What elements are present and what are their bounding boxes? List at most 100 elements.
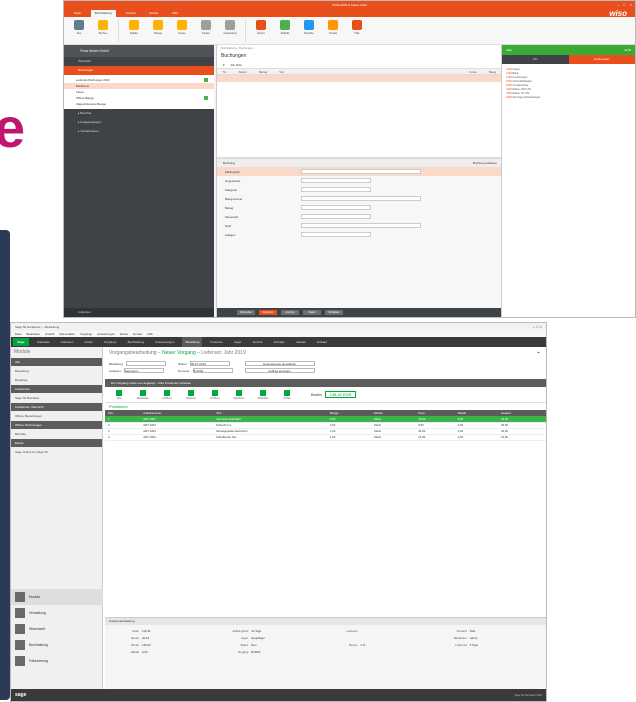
module-tab[interactable]: Auswertungen <box>152 337 177 347</box>
column-header[interactable]: Text <box>273 70 463 74</box>
ribbon-button[interactable]: Berichte <box>298 18 320 44</box>
module-tab[interactable]: Einkauf <box>314 337 330 347</box>
menu-item[interactable]: Bearbeiten <box>27 332 41 336</box>
toolbar-button[interactable]: Preise <box>277 389 297 400</box>
maximize-icon[interactable]: □ <box>623 2 625 7</box>
filter-label[interactable]: Alle Filter <box>230 63 242 67</box>
module-tab[interactable]: Finanzen <box>207 337 225 347</box>
sidebar-section[interactable]: Buchhaltung <box>11 637 103 653</box>
close-icon[interactable]: × <box>630 2 632 7</box>
menu-item[interactable]: Datei <box>15 332 22 336</box>
tree-item[interactable]: Abgeschlossene Belege <box>64 101 214 107</box>
sidebar-group[interactable]: ▸ Anlagenspiegel <box>64 118 214 127</box>
ribbon-tab[interactable]: Datei <box>70 10 85 17</box>
module-tab[interactable]: Verkauf <box>293 337 309 347</box>
account-entry[interactable]: 6300 Sonstige Aufwendungen <box>502 96 635 100</box>
toolbar-button[interactable]: Bearbeiten <box>133 389 153 400</box>
minimize-icon[interactable]: – <box>617 2 619 7</box>
menu-item[interactable]: Fenster <box>133 332 142 336</box>
field-input[interactable]: B-0002 <box>192 368 233 373</box>
form-input[interactable] <box>301 196 421 201</box>
field-input[interactable] <box>126 361 167 366</box>
tasks-footer[interactable]: Aufgaben <box>64 308 214 317</box>
booking-create-link[interactable]: Buchung erfassen <box>473 159 497 167</box>
ribbon-button[interactable]: Hilfe <box>346 18 368 44</box>
form-input[interactable] <box>301 169 421 174</box>
sidebar-item[interactable]: Sage 50 Business <box>11 394 102 402</box>
ribbon-tab[interactable]: Ansicht <box>122 10 140 17</box>
column-header[interactable]: Betrag <box>253 70 273 74</box>
ribbon-tab[interactable]: Hilfe <box>168 10 182 17</box>
ribbon-button[interactable]: Statistik <box>274 18 296 44</box>
pin-icon[interactable]: ⌖ <box>537 347 540 359</box>
toolbar-button[interactable]: Löschen <box>157 389 177 400</box>
sidebar-item[interactable]: Lieferanten <box>11 385 102 393</box>
toolbar-button[interactable]: Kopieren <box>181 389 201 400</box>
toolbar-button[interactable]: Neu <box>109 389 129 400</box>
module-tab[interactable]: Artikel <box>81 337 95 347</box>
sage-logo[interactable]: Sage <box>13 338 29 346</box>
ribbon-button[interactable]: Kasse <box>171 18 193 44</box>
sidebar-item[interactable]: Eingänge <box>11 376 102 384</box>
sidebar-item[interactable]: Berichte <box>11 430 102 438</box>
help-pane-badge[interactable]: EÜR <box>625 48 631 52</box>
form-input[interactable] <box>301 205 371 210</box>
sidebar-item[interactable]: Bestellung <box>11 367 102 375</box>
module-tab[interactable]: Vorgänge <box>101 337 120 347</box>
sidebar-item[interactable]: Offene Bestellungen <box>11 412 102 420</box>
menu-item[interactable]: Ansicht <box>45 332 54 336</box>
module-tab[interactable]: Lager <box>231 337 245 347</box>
header-action-button[interactable]: Lieferadresse auswählen <box>244 361 315 366</box>
ribbon-button[interactable]: Auswertung <box>219 18 241 44</box>
column-header[interactable]: Datum <box>233 70 253 74</box>
breadcrumb[interactable]: Buchhaltung › Buchungen <box>217 45 502 52</box>
module-tab[interactable]: Adressen <box>58 337 77 347</box>
close-icon[interactable]: × <box>540 324 542 329</box>
sidebar-group[interactable]: ▸ Berichte <box>64 109 214 118</box>
form-input[interactable] <box>301 232 371 237</box>
sidebar-item[interactable]: Lieferanten Übersicht <box>11 403 102 411</box>
column-header[interactable]: Beleg <box>483 70 502 74</box>
module-tab[interactable]: Service <box>250 337 266 347</box>
field-input[interactable]: Kaufmann <box>123 368 164 373</box>
module-tab[interactable]: Buchhaltung <box>125 337 148 347</box>
module-tab[interactable]: Startseite <box>34 337 53 347</box>
ribbon-button[interactable]: Konten <box>195 18 217 44</box>
action-button[interactable]: Schließen <box>325 310 343 315</box>
action-button[interactable]: Speichern <box>259 310 277 315</box>
ribbon-button[interactable]: Neu <box>68 18 90 44</box>
help-pane-tab[interactable]: Kontenplan <box>568 55 635 64</box>
sidebar-group[interactable]: ▸ Umsatzsteuer <box>64 127 214 136</box>
sidebar-item[interactable]: Alle <box>11 358 102 366</box>
field-input[interactable]: 09.07.2019 <box>189 361 230 366</box>
sidebar-item[interactable]: Offene Rechnungen <box>11 421 102 429</box>
form-input[interactable] <box>301 187 371 192</box>
sidebar-item[interactable]: Sage Online für Sage 50 <box>11 448 102 456</box>
maximize-icon[interactable]: □ <box>536 324 538 329</box>
filter-icon[interactable]: ▾ <box>223 63 224 67</box>
header-action-button[interactable]: Auftrag anzeigen <box>244 368 315 373</box>
sidebar-section[interactable]: Fakturierung <box>11 653 103 669</box>
module-tab[interactable]: Aufträge <box>271 337 288 347</box>
action-button[interactable]: Löschen <box>281 310 299 315</box>
ribbon-button[interactable]: Belege <box>147 18 169 44</box>
action-button[interactable]: Abbrechen <box>237 310 255 315</box>
form-input[interactable] <box>301 214 371 219</box>
ribbon-button[interactable]: Splitten <box>123 18 145 44</box>
action-button[interactable]: Weiter <box>303 310 321 315</box>
form-input[interactable] <box>301 178 371 183</box>
sidebar-section[interactable]: Module <box>11 589 103 605</box>
company-header[interactable]: Firma Muster GmbH <box>64 45 214 57</box>
column-header[interactable]: Nr. <box>217 70 233 74</box>
menu-item[interactable]: Vorgänge <box>80 332 92 336</box>
sidebar-section[interactable]: Verwaltung <box>11 605 103 621</box>
ribbon-button[interactable]: Export <box>250 18 272 44</box>
menu-item[interactable]: Stammdaten <box>59 332 75 336</box>
table-row[interactable]: 4 ART-1004 Kabelbinder Set 1,00 Stück 21,82 0,… <box>105 434 546 441</box>
ribbon-button[interactable]: Buchen <box>92 18 114 44</box>
toolbar-button[interactable]: Speichern <box>229 389 249 400</box>
menu-item[interactable]: Auswertungen <box>97 332 115 336</box>
toolbar-button[interactable]: Stückliste <box>253 389 273 400</box>
menu-item[interactable]: Extras <box>120 332 128 336</box>
ribbon-tab[interactable]: Buchhaltung <box>91 9 116 17</box>
